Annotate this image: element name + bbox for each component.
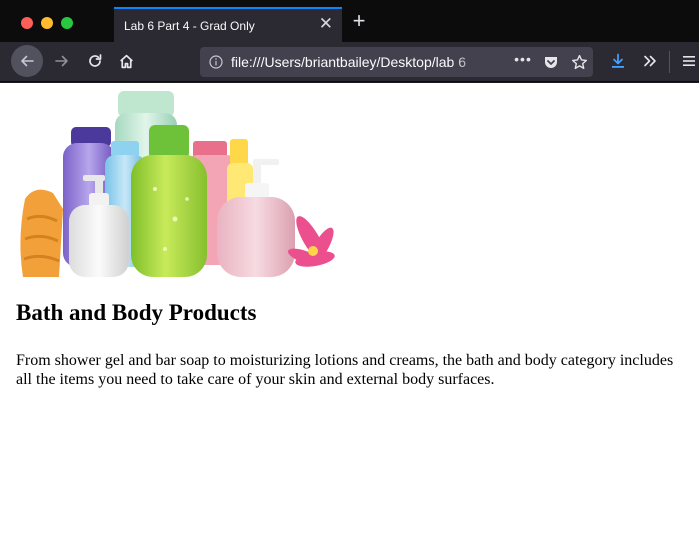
reload-icon (89, 54, 102, 67)
forward-arrow-icon (55, 55, 68, 67)
navigation-toolbar: file:///Users/briantbailey/Desktop/lab 6… (0, 42, 699, 82)
star-icon (571, 54, 587, 69)
tab-active[interactable]: Lab 6 Part 4 - Grad Only ✕ (114, 7, 342, 42)
reload-button[interactable] (83, 46, 107, 76)
url-fade (450, 49, 490, 75)
window-maximize-button[interactable] (61, 17, 73, 29)
pocket-icon (545, 57, 557, 68)
page-viewport: Bath and Body Products From shower gel a… (0, 83, 699, 550)
overflow-chevron-icon (644, 55, 656, 67)
info-icon[interactable] (208, 54, 224, 70)
tab-close-icon[interactable]: ✕ (319, 15, 333, 33)
tab-title: Lab 6 Part 4 - Grad Only (124, 19, 255, 33)
bookmark-star-button[interactable] (569, 53, 589, 71)
downloads-button[interactable] (606, 46, 630, 76)
page-heading: Bath and Body Products (16, 300, 257, 325)
app-menu-button[interactable] (678, 46, 699, 76)
toolbar-separator (669, 51, 670, 73)
home-button[interactable] (114, 46, 138, 76)
back-arrow-icon (21, 55, 34, 67)
forward-button[interactable] (50, 46, 74, 76)
window-minimize-button[interactable] (41, 17, 53, 29)
pocket-button[interactable] (541, 53, 561, 71)
download-icon (612, 53, 624, 68)
page-paragraph: From shower gel and bar soap to moisturi… (16, 352, 674, 388)
home-icon (119, 54, 133, 68)
page-actions-more-icon[interactable]: ••• (513, 50, 533, 68)
toolbar-overflow-button[interactable] (638, 46, 662, 76)
hamburger-menu-icon (683, 56, 695, 66)
url-text[interactable]: file:///Users/briantbailey/Desktop/lab 6 (231, 54, 481, 70)
bath-products-bottles-image (20, 91, 335, 277)
url-bar[interactable]: file:///Users/briantbailey/Desktop/lab 6… (200, 47, 593, 77)
tab-strip: Lab 6 Part 4 - Grad Only ✕ + (0, 0, 699, 42)
window-close-button[interactable] (21, 17, 33, 29)
new-tab-button[interactable]: + (346, 9, 372, 33)
back-button[interactable] (11, 45, 43, 77)
